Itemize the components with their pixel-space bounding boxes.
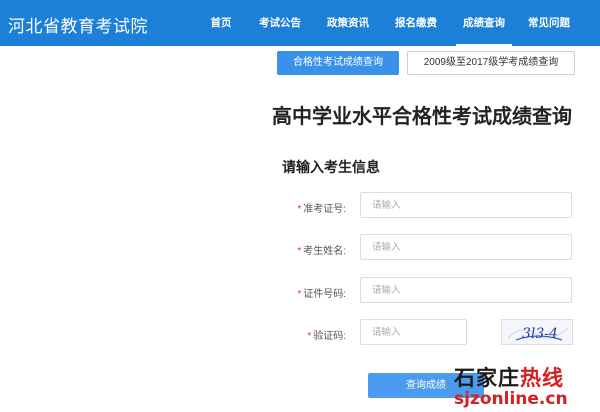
tab-qualifying-exam-score[interactable]: 合格性考试成绩查询 — [277, 51, 399, 75]
required-mark: * — [307, 331, 312, 342]
nav-item-score-query[interactable]: 成绩查询 — [450, 0, 518, 46]
site-watermark: 石家庄热线 sjzonline.cn — [450, 362, 600, 412]
nav-item-faq[interactable]: 常见问题 — [518, 0, 580, 46]
required-mark: * — [297, 204, 302, 215]
captcha-input[interactable] — [360, 319, 467, 345]
captcha-image[interactable]: 3l3-4 — [501, 319, 573, 345]
nav-item-policy-news[interactable]: 政策资讯 — [314, 0, 382, 46]
site-title[interactable]: 河北省教育考试院 — [8, 12, 148, 37]
student-name-label: * 考生姓名: — [297, 246, 346, 257]
captcha-graphic: 3l3-4 — [507, 326, 569, 342]
id-number-label: * 证件号码: — [297, 289, 346, 300]
admission-number-label: * 准考证号: — [297, 204, 346, 215]
page-title: 高中学业水平合格性考试成绩查询 — [272, 106, 572, 128]
nav-item-home[interactable]: 首页 — [196, 0, 246, 46]
admission-number-input[interactable] — [360, 192, 572, 218]
nav-item-registration-payment[interactable]: 报名缴费 — [382, 0, 450, 46]
section-title: 请输入考生信息 — [282, 159, 380, 175]
tab-2009-2017-score[interactable]: 2009级至2017级学考成绩查询 — [407, 51, 575, 75]
required-mark: * — [297, 246, 302, 257]
required-mark: * — [297, 289, 302, 300]
captcha-label: * 验证码: — [307, 331, 346, 342]
id-number-input[interactable] — [360, 277, 572, 303]
watermark-line-2: sjzonline.cn — [454, 389, 568, 409]
student-name-input[interactable] — [360, 234, 572, 260]
captcha-text: 3l3-4 — [522, 326, 558, 342]
nav-item-exam-notices[interactable]: 考试公告 — [246, 0, 314, 46]
main-nav: 首页 考试公告 政策资讯 报名缴费 成绩查询 常见问题 — [196, 0, 580, 46]
top-navbar: 河北省教育考试院 首页 考试公告 政策资讯 报名缴费 成绩查询 常见问题 — [0, 0, 600, 46]
watermark-line-1: 石家庄热线 — [454, 365, 564, 390]
